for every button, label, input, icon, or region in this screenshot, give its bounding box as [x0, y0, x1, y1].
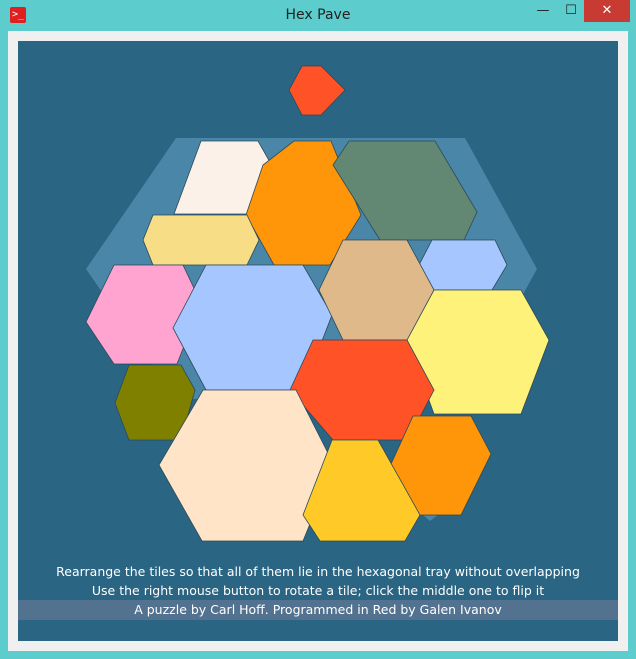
tile-khaki[interactable] — [142, 214, 260, 266]
instruction-line-1: Rearrange the tiles so that all of them … — [56, 564, 580, 579]
maximize-button[interactable]: ☐ — [556, 0, 586, 22]
close-button[interactable]: ✕ — [584, 0, 630, 22]
instruction-line-2: Use the right mouse button to rotate a t… — [91, 583, 545, 598]
tile-red-small[interactable] — [288, 65, 346, 116]
puzzle-canvas[interactable] — [18, 41, 618, 641]
app-window: >_ Hex Pave — ☐ ✕ Rearrange the tiles so… — [0, 0, 636, 659]
title-bar[interactable]: >_ Hex Pave — ☐ ✕ — [0, 0, 636, 30]
game-board[interactable]: Rearrange the tiles so that all of them … — [18, 41, 618, 641]
minimize-button[interactable]: — — [528, 0, 558, 22]
credit-text: A puzzle by Carl Hoff. Programmed in Red… — [134, 602, 502, 617]
tile-light-blue-small[interactable] — [418, 239, 508, 291]
credit-bar: A puzzle by Carl Hoff. Programmed in Red… — [18, 600, 618, 620]
